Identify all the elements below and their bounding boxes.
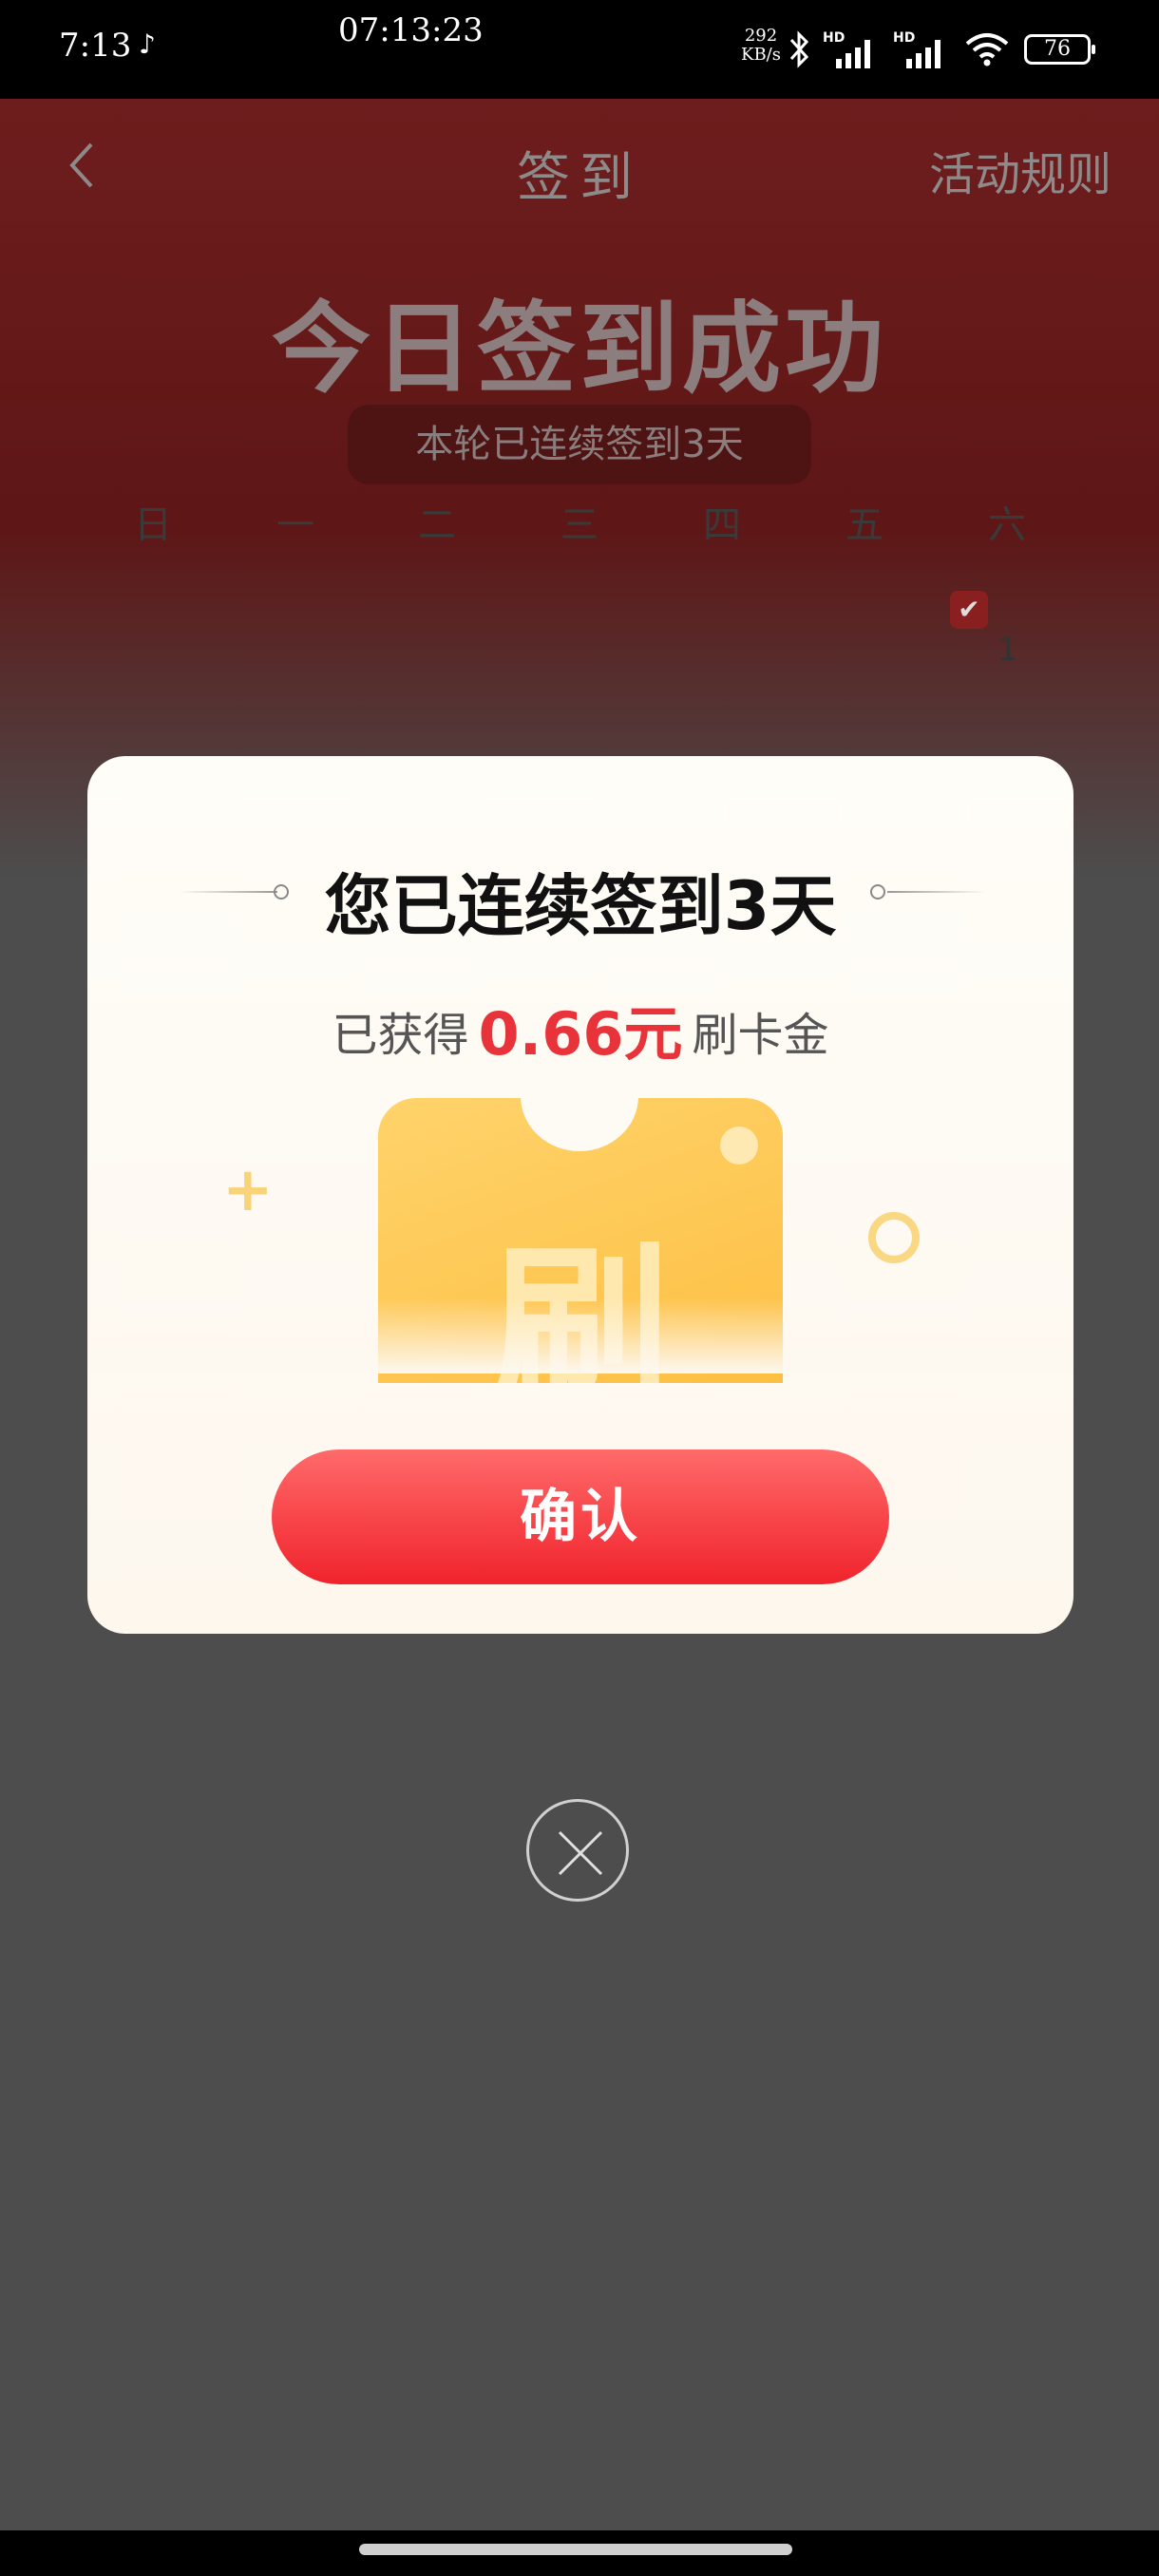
- reward-prefix: 已获得: [332, 1009, 469, 1062]
- checkin-success-title: 今日签到成功: [271, 291, 887, 407]
- sparkle-plus-icon: +: [222, 1155, 274, 1225]
- status-bar: 7:13 ♪ 07:13:23 292 KB/s HD HD 76: [0, 0, 1159, 99]
- rules-link[interactable]: 活动规则: [929, 137, 1112, 203]
- tiktok-icon: ♪: [139, 28, 156, 60]
- hd-signal-icon: HD: [893, 30, 940, 68]
- weekday-label: 一: [276, 503, 314, 547]
- home-indicator[interactable]: [359, 2544, 792, 2555]
- dialog-title: 您已连续签到3天: [324, 867, 837, 945]
- close-circle-icon[interactable]: [526, 1799, 629, 1902]
- fade-overlay: [87, 1297, 1074, 1373]
- reward-amount: 0.66元: [478, 999, 683, 1069]
- network-speed-unit: KB/s: [741, 45, 781, 65]
- streak-pill: 本轮已连续签到3天: [348, 405, 811, 484]
- card-shine: [720, 1127, 758, 1165]
- card-notch: [521, 1098, 638, 1151]
- weekday-label: 六: [988, 503, 1026, 547]
- bluetooth-icon: [789, 30, 809, 68]
- reward-text: 已获得 0.66元 刷卡金: [87, 986, 1074, 1071]
- reward-suffix: 刷卡金: [692, 1009, 829, 1062]
- network-speed-value: 292: [744, 26, 778, 46]
- weekday-label: 日: [134, 503, 172, 547]
- battery-icon: 76: [1024, 34, 1095, 65]
- weekday-label: 三: [560, 503, 598, 547]
- status-clock: 07:13:23: [338, 11, 484, 49]
- status-icons: HD HD 76: [788, 23, 1095, 76]
- weekday-label: 五: [846, 503, 884, 547]
- svg-text:HD: HD: [893, 30, 915, 46]
- checkmark-icon: ✔: [950, 591, 988, 629]
- weekday-label: 二: [418, 503, 456, 547]
- ring-icon: [868, 1212, 920, 1263]
- checkin-reward-dialog: 您已连续签到3天 已获得0.66元刷卡金 + 刷 确认: [87, 756, 1074, 1634]
- calendar-weekdays: 日 一 二 三 四 五 六: [0, 494, 1159, 570]
- network-speed: 292 KB/s: [741, 27, 781, 65]
- svg-text:HD: HD: [823, 30, 845, 46]
- status-time: 7:13: [59, 27, 132, 65]
- hd-signal-icon: HD: [823, 30, 870, 68]
- confirm-button[interactable]: 确认: [272, 1449, 889, 1584]
- calendar-day: 1: [998, 631, 1018, 669]
- weekday-label: 四: [703, 503, 741, 547]
- wifi-icon: [965, 33, 1009, 66]
- close-icon: [558, 1830, 603, 1876]
